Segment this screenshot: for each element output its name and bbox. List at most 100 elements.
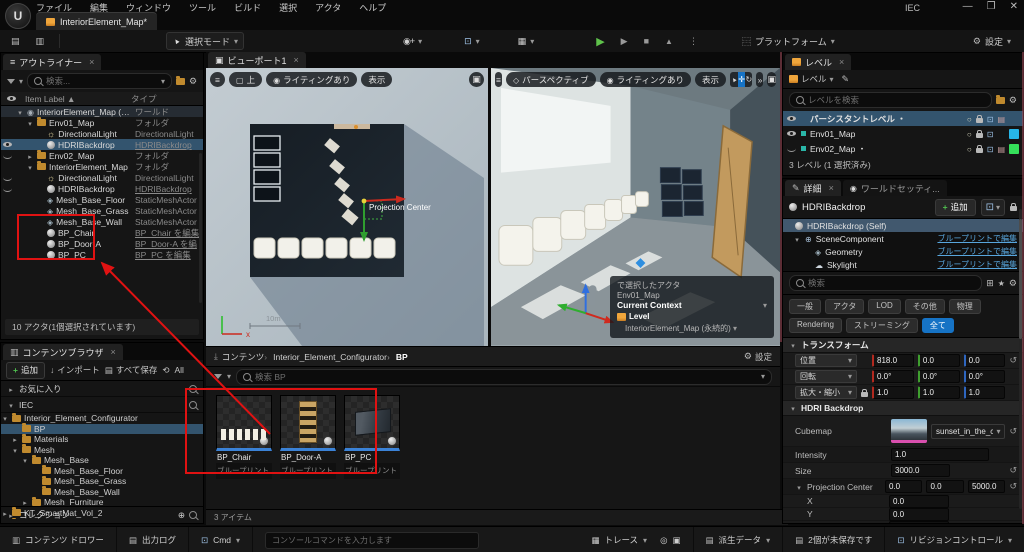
level-row[interactable]: Env02_Map ・ <box>783 141 1023 156</box>
breadcrumb-item[interactable]: BP <box>387 352 408 362</box>
details-search[interactable] <box>789 275 982 291</box>
size-field[interactable]: 3000.0 <box>891 464 950 477</box>
visibility-eye-icon[interactable] <box>3 151 13 160</box>
value-z-field[interactable]: 0.0 <box>964 354 1006 367</box>
outliner-row[interactable]: Env01_Map フォルダ <box>1 117 203 128</box>
reset-icon[interactable] <box>1009 426 1017 437</box>
outliner-search[interactable] <box>27 73 172 89</box>
edit-in-blueprint-link[interactable]: ブループリントで編集 <box>937 233 1017 244</box>
expander-icon[interactable] <box>21 455 29 465</box>
expander-icon[interactable] <box>7 510 15 520</box>
more-tools-button[interactable] <box>756 72 763 87</box>
transform-kind-dropdown[interactable]: 位置 <box>795 354 857 367</box>
value-x-field[interactable]: 1.0 <box>872 386 914 399</box>
expander-icon[interactable] <box>26 162 34 172</box>
transform-kind-dropdown[interactable]: 回転 <box>795 370 857 383</box>
level-blueprint-icon[interactable] <box>987 129 994 139</box>
lit-mode-button[interactable]: ライティングあり <box>266 72 357 87</box>
filter-chip[interactable]: 全て <box>922 318 954 333</box>
search-icon[interactable] <box>189 385 197 393</box>
pc-y-field[interactable]: 0.0 <box>926 480 963 493</box>
revision-control-dropdown[interactable]: リビジョンコントロール <box>885 527 1024 552</box>
lock-icon[interactable] <box>1010 206 1017 211</box>
filter-chip[interactable]: ストリーミング <box>846 318 918 333</box>
levels-menu-dropdown[interactable]: レベル <box>789 73 834 85</box>
column-type[interactable]: タイプ <box>131 93 197 105</box>
filter-icon[interactable] <box>7 79 15 84</box>
component-row[interactable]: Skylight ブループリントで編集 <box>783 258 1023 271</box>
pc-x-field[interactable]: 0.0 <box>885 480 922 493</box>
menu-item[interactable]: アクタ <box>315 1 341 14</box>
menu-item[interactable]: ヘルプ <box>359 1 386 14</box>
reset-icon[interactable] <box>1009 355 1017 366</box>
viewport-top[interactable]: Projection Center x 10m 上 ライティングあり 表示 <box>206 68 488 346</box>
level-blueprint-icon[interactable] <box>987 144 994 154</box>
folder-tree-row[interactable]: Materials <box>1 434 203 445</box>
level-blueprint-icon[interactable] <box>987 114 994 124</box>
expander-icon[interactable] <box>16 107 24 117</box>
filter-all-dropdown[interactable]: All <box>174 365 183 375</box>
content-drawer-button[interactable]: コンテンツ ドロワー <box>0 527 117 552</box>
filter-chip[interactable]: アクタ <box>825 299 864 314</box>
derived-data-dropdown[interactable]: 派生データ <box>694 527 784 552</box>
add-component-button[interactable]: +追加 <box>935 199 976 216</box>
close-icon[interactable]: × <box>829 183 834 193</box>
breadcrumb-item[interactable]: Interior_Element_Configurator <box>264 352 387 362</box>
outliner-tab[interactable]: アウトライナー × <box>3 54 101 70</box>
lit-mode-button[interactable]: ライティングあり <box>600 72 691 87</box>
blueprints-dropdown[interactable] <box>459 33 485 49</box>
unsaved-status-button[interactable]: 2個が未保存です <box>783 527 885 552</box>
outliner-row[interactable]: DirectionalLight DirectionalLight <box>1 128 203 139</box>
details-tab[interactable]: 詳細 × <box>785 180 841 196</box>
toolbar-settings-button[interactable]: 設定 <box>968 33 1016 49</box>
asset-tile[interactable]: BP_Chair ブループリント ク... <box>216 395 272 479</box>
console-command-input[interactable] <box>265 532 479 549</box>
value-x-field[interactable]: 0.0° <box>872 370 914 383</box>
expander-icon[interactable] <box>1 413 9 423</box>
expander-icon[interactable] <box>26 151 34 161</box>
viewport-perspective[interactable]: パースペクティブ ライティングあり 表示 で選択したアクタ Env01_Map … <box>491 68 780 346</box>
cubemap-thumbnail[interactable] <box>891 419 927 443</box>
close-icon[interactable]: × <box>89 57 94 67</box>
search-icon[interactable] <box>189 511 197 519</box>
transform-kind-dropdown[interactable]: 拡大・縮小 <box>795 386 857 399</box>
folder-tree-row[interactable]: Mesh <box>1 445 203 456</box>
visibility-eye-icon[interactable] <box>787 114 797 123</box>
content-browser-tab[interactable]: コンテンツブラウザ × <box>3 344 123 360</box>
favorites-icon[interactable] <box>998 278 1005 289</box>
filter-chip[interactable]: その他 <box>905 299 945 314</box>
eject-button[interactable] <box>660 33 678 49</box>
outliner-row[interactable]: BP_PC BP_PC を編集 <box>1 249 203 260</box>
level-color-swatch[interactable] <box>1009 144 1019 154</box>
display-options-icon[interactable] <box>986 278 994 289</box>
filter-icon[interactable] <box>214 374 222 379</box>
outliner-row[interactable]: Mesh_Base_Grass StaticMeshActor <box>1 205 203 216</box>
outliner-row[interactable]: Mesh_Base_Wall StaticMeshActor <box>1 216 203 227</box>
move-tool[interactable] <box>738 72 745 87</box>
save-button[interactable] <box>6 33 25 49</box>
component-row[interactable]: Geometry ブループリントで編集 <box>783 245 1023 258</box>
expander-icon[interactable] <box>7 400 15 410</box>
map-asset-tab[interactable]: InteriorElement_Map* <box>36 12 157 31</box>
outliner-row[interactable]: InteriorElement_Map (エディタ) ワールド <box>1 106 203 117</box>
axis-value-field[interactable]: 0.0 <box>889 495 949 508</box>
output-log-button[interactable]: 出力ログ <box>117 527 189 552</box>
visibility-eye-icon[interactable] <box>3 140 13 149</box>
frame-skip-button[interactable] <box>616 33 633 49</box>
lighting-icon[interactable] <box>967 129 972 139</box>
outliner-row[interactable]: BP_Chair BP_Chair を編集 <box>1 227 203 238</box>
gear-icon[interactable] <box>189 76 197 87</box>
collections-section[interactable]: コレクション ⊕ <box>1 506 203 523</box>
import-button[interactable]: ↓インポート <box>50 364 100 376</box>
pc-z-field[interactable]: 5000.0 <box>968 480 1005 493</box>
cinematics-dropdown[interactable] <box>513 33 540 49</box>
folder-tree-row[interactable]: Mesh_Base_Wall <box>1 487 203 498</box>
path-history-icon[interactable]: ⤓ <box>214 351 218 362</box>
history-back-button[interactable]: ⟲ <box>162 365 169 376</box>
viewport-menu-button[interactable] <box>495 72 502 87</box>
value-z-field[interactable]: 1.0 <box>964 386 1006 399</box>
scale-lock-icon[interactable] <box>861 392 868 397</box>
play-options-kebab[interactable] <box>684 33 703 49</box>
view-mode-button[interactable]: 上 <box>229 72 262 87</box>
outliner-row[interactable]: HDRIBackdrop HDRIBackdrop <box>1 139 203 150</box>
